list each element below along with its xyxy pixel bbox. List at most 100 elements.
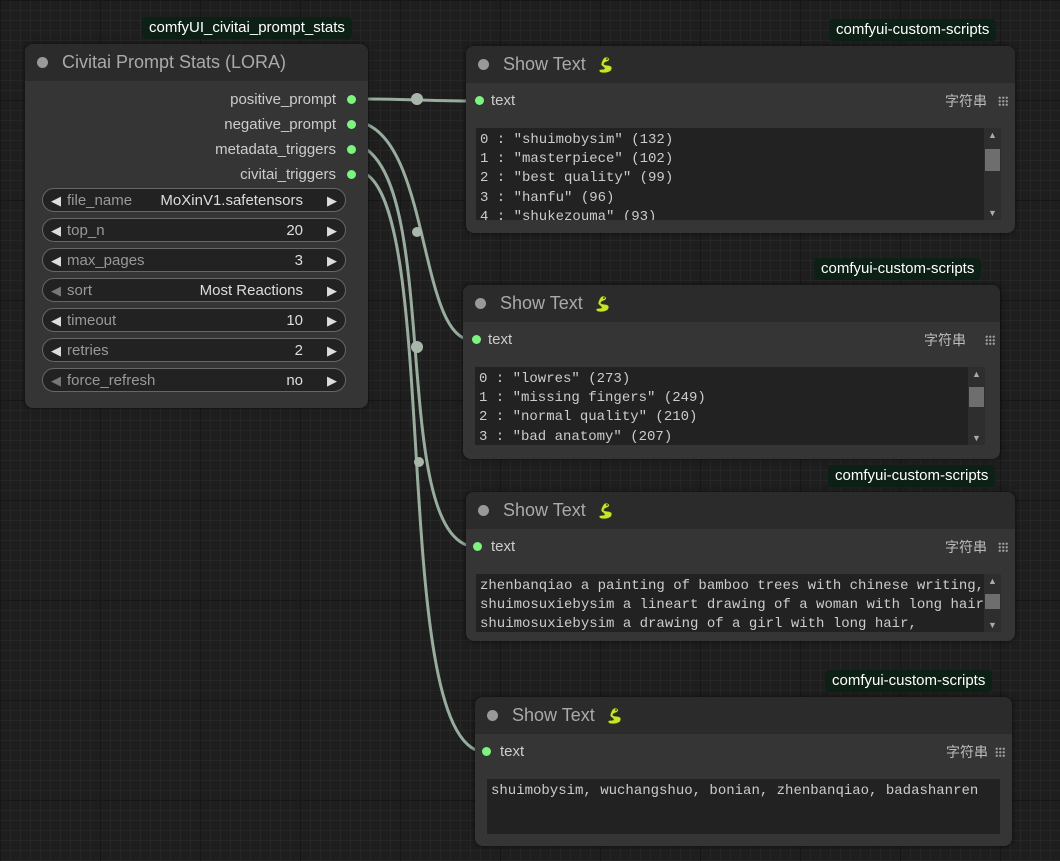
right-arrow-icon[interactable]: ▶ (322, 189, 342, 213)
output-positive-prompt[interactable]: positive_prompt (230, 90, 356, 110)
input-slot-dot[interactable] (473, 542, 482, 551)
text-output-area[interactable]: 0 : "lowres" (273) 1 : "missing fingers"… (475, 367, 968, 445)
scrollbar[interactable]: ▲ ▼ (984, 128, 1001, 220)
widget-value: 10 (286, 312, 303, 329)
wire-negative (364, 122, 474, 342)
right-arrow-icon[interactable]: ▶ (322, 369, 342, 393)
output-label: civitai_triggers (240, 166, 336, 183)
node-title-bar[interactable]: Show Text (475, 697, 1012, 734)
output-slot-dot[interactable] (347, 145, 356, 154)
widget-value: MoXinV1.safetensors (160, 192, 303, 209)
show-text-node-3[interactable]: Show Text text 字符串 zhenbanqiao a paintin… (466, 492, 1015, 641)
collapse-dot-icon[interactable] (478, 505, 489, 516)
text-output-area[interactable]: shuimobysim, wuchangshuo, bonian, zhenba… (487, 779, 1000, 834)
scroll-thumb[interactable] (969, 387, 984, 407)
widget-name: sort (67, 282, 93, 299)
node-title: Show Text (503, 500, 586, 520)
scroll-up-icon[interactable]: ▲ (984, 128, 1001, 142)
input-text[interactable]: text (472, 330, 512, 350)
scroll-down-icon[interactable]: ▼ (968, 431, 985, 445)
civitai-prompt-stats-node[interactable]: Civitai Prompt Stats (LORA) positive_pro… (25, 44, 368, 408)
scroll-up-icon[interactable]: ▲ (984, 574, 1001, 588)
collapse-dot-icon[interactable] (475, 298, 486, 309)
left-arrow-icon[interactable]: ◀ (46, 219, 66, 243)
left-arrow-icon[interactable]: ◀ (46, 339, 66, 363)
widget-name: retries (67, 342, 109, 359)
right-arrow-icon[interactable]: ▶ (322, 339, 342, 363)
scroll-up-icon[interactable]: ▲ (968, 367, 985, 381)
text-output-area[interactable]: 0 : "shuimobysim" (132) 1 : "masterpiece… (476, 128, 984, 220)
right-arrow-icon[interactable]: ▶ (322, 309, 342, 333)
input-slot-dot[interactable] (472, 335, 481, 344)
node-title-bar[interactable]: Civitai Prompt Stats (LORA) (25, 44, 368, 81)
node-title-bar[interactable]: Show Text (466, 492, 1015, 529)
widget-name: max_pages (67, 252, 145, 269)
scroll-thumb[interactable] (985, 149, 1000, 171)
show-text-node-2[interactable]: Show Text text 字符串 0 : "lowres" (273) 1 … (463, 285, 1000, 459)
input-label: text (488, 331, 513, 348)
scrollbar[interactable]: ▲ ▼ (968, 367, 985, 445)
widget-force-refresh[interactable]: ◀ force_refresh no ▶ (42, 368, 346, 392)
input-text[interactable]: text (473, 537, 515, 557)
snake-icon (598, 502, 613, 520)
widget-retries[interactable]: ◀ retries 2 ▶ (42, 338, 346, 362)
wire-civitai (364, 172, 486, 754)
snake-icon (598, 56, 613, 74)
output-slot-dot[interactable] (347, 95, 356, 104)
left-arrow-icon[interactable]: ◀ (46, 309, 66, 333)
widget-name: timeout (67, 312, 117, 329)
scrollbar[interactable]: ▲ ▼ (984, 574, 1001, 632)
show-text-badge-1: comfyui-custom-scripts (829, 19, 997, 41)
node-title: Show Text (512, 705, 595, 725)
reroute-dot-2 (412, 227, 422, 237)
widget-value: no (286, 372, 303, 389)
left-arrow-icon[interactable]: ◀ (46, 249, 66, 273)
input-label: text (491, 92, 516, 109)
right-arrow-icon[interactable]: ▶ (322, 219, 342, 243)
right-arrow-icon[interactable]: ▶ (322, 279, 342, 303)
input-slot-dot[interactable] (482, 747, 491, 756)
widget-file-name[interactable]: ◀ file_name MoXinV1.safetensors ▶ (42, 188, 346, 212)
collapse-dot-icon[interactable] (478, 59, 489, 70)
grip-icon[interactable] (998, 96, 1008, 106)
show-text-node-1[interactable]: Show Text text 字符串 0 : "shuimobysim" (13… (466, 46, 1015, 233)
grip-icon[interactable] (995, 747, 1005, 757)
node-title-bar[interactable]: Show Text (463, 285, 1000, 322)
widget-value: 2 (294, 342, 303, 359)
text-output-area[interactable]: zhenbanqiao a painting of bamboo trees w… (476, 574, 984, 632)
widget-sort[interactable]: ◀ sort Most Reactions ▶ (42, 278, 346, 302)
widget-timeout[interactable]: ◀ timeout 10 ▶ (42, 308, 346, 332)
input-label: text (491, 538, 516, 555)
input-text[interactable]: text (475, 91, 515, 111)
collapse-dot-icon[interactable] (487, 710, 498, 721)
right-arrow-icon[interactable]: ▶ (322, 249, 342, 273)
reroute-dot-1 (411, 93, 423, 105)
output-negative-prompt[interactable]: negative_prompt (224, 115, 356, 135)
show-text-node-4[interactable]: Show Text text 字符串 shuimobysim, wuchangs… (475, 697, 1012, 846)
output-label: positive_prompt (230, 91, 336, 108)
collapse-dot-icon[interactable] (37, 57, 48, 68)
grip-icon[interactable] (998, 542, 1008, 552)
output-slot-dot[interactable] (347, 120, 356, 129)
type-label: 字符串 (924, 332, 966, 348)
left-arrow-icon[interactable]: ◀ (46, 279, 66, 303)
scroll-down-icon[interactable]: ▼ (984, 206, 1001, 220)
node-title-bar[interactable]: Show Text (466, 46, 1015, 83)
grip-icon[interactable] (985, 335, 995, 345)
output-civitai-triggers[interactable]: civitai_triggers (240, 165, 356, 185)
input-slot-dot[interactable] (475, 96, 484, 105)
wire-positive (364, 97, 477, 103)
scroll-thumb[interactable] (985, 594, 1000, 609)
output-metadata-triggers[interactable]: metadata_triggers (215, 140, 356, 160)
output-slot-dot[interactable] (347, 170, 356, 179)
widget-name: force_refresh (67, 372, 156, 389)
widget-top-n[interactable]: ◀ top_n 20 ▶ (42, 218, 346, 242)
widget-name: file_name (67, 192, 133, 209)
left-arrow-icon[interactable]: ◀ (46, 369, 66, 393)
input-text[interactable]: text (482, 742, 524, 762)
widget-max-pages[interactable]: ◀ max_pages 3 ▶ (42, 248, 346, 272)
node-title: Civitai Prompt Stats (LORA) (62, 52, 287, 72)
left-arrow-icon[interactable]: ◀ (46, 189, 66, 213)
source-node-badge: comfyUI_civitai_prompt_stats (142, 17, 352, 39)
scroll-down-icon[interactable]: ▼ (984, 618, 1001, 632)
